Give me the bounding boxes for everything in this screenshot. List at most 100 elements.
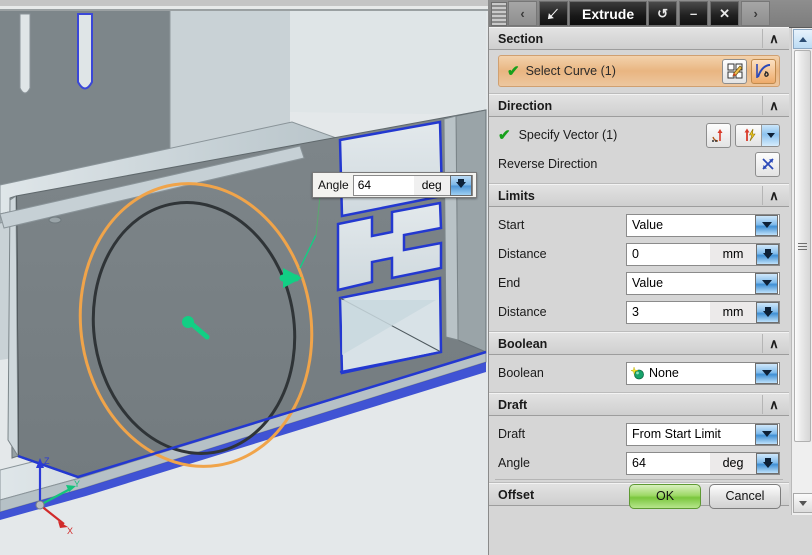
dialog-button-bar: OK Cancel <box>489 479 789 513</box>
boolean-label: Boolean <box>498 366 544 380</box>
limits-end-distance-field[interactable]: 3 mm <box>626 300 780 324</box>
cancel-button[interactable]: Cancel <box>709 483 781 509</box>
group-body-section: ✔ Select Curve (1) <box>489 50 789 94</box>
canvas-angle-spinner[interactable] <box>449 174 472 196</box>
minimize-button[interactable]: – <box>679 1 709 26</box>
draft-type-label: Draft <box>498 427 526 441</box>
draft-angle-row[interactable]: Angle 64 deg <box>498 450 780 476</box>
scroll-down-button[interactable] <box>793 493 812 513</box>
dialog-body: Section ∧ ✔ Select Curve (1) Direction ∧… <box>489 27 789 523</box>
draft-type-select[interactable]: From Start Limit <box>626 422 780 446</box>
close-button[interactable]: ✕ <box>710 1 740 26</box>
group-header-limits[interactable]: Limits ∧ <box>489 184 789 207</box>
canvas-angle-label: Angle <box>318 178 349 192</box>
reset-icon: ↺ <box>657 5 669 21</box>
group-header-direction[interactable]: Direction ∧ <box>489 94 789 117</box>
sketch-section-button[interactable] <box>722 58 747 84</box>
limits-end-select[interactable]: Value <box>626 271 780 295</box>
group-header-boolean[interactable]: Boolean ∧ <box>489 332 789 355</box>
reverse-direction-row[interactable]: Reverse Direction <box>498 151 780 177</box>
limits-start-value: Value <box>632 217 664 232</box>
svg-text:Y: Y <box>74 479 80 489</box>
limits-end-distance-row[interactable]: Distance 3 mm <box>498 299 780 325</box>
chevron-up-icon[interactable]: ∧ <box>762 186 785 205</box>
limits-end-row[interactable]: End Value <box>498 270 780 296</box>
chevron-left-icon: ‹ <box>520 6 525 21</box>
chevron-up-icon[interactable]: ∧ <box>762 96 785 115</box>
scrollbar-thumb[interactable] <box>794 50 811 442</box>
limits-end-value: Value <box>632 275 664 290</box>
extrude-dialog: ‹ Extrude ↺ – ✕ › Section ∧ ✔ Select Cur… <box>488 0 812 555</box>
chevron-up-icon[interactable]: ∧ <box>762 334 785 353</box>
inferred-vector-combo[interactable] <box>735 123 780 147</box>
canvas-angle-value[interactable]: 64 <box>353 175 414 195</box>
chevron-down-icon[interactable] <box>755 214 778 236</box>
limits-end-distance-value[interactable]: 3 <box>627 301 710 323</box>
limits-start-distance-value[interactable]: 0 <box>627 243 710 265</box>
chevron-down-icon[interactable] <box>755 423 778 445</box>
select-curve-button[interactable] <box>751 58 776 84</box>
limits-start-row[interactable]: Start Value <box>498 212 780 238</box>
green-check-icon: ✔ <box>498 126 511 144</box>
pointer-button[interactable] <box>539 1 568 26</box>
vector-dialog-button[interactable] <box>706 122 731 148</box>
scroll-up-button[interactable] <box>793 29 812 49</box>
group-body-boolean: Boolean None <box>489 355 789 393</box>
draft-angle-field[interactable]: 64 deg <box>626 451 780 475</box>
limits-start-label: Start <box>498 218 525 232</box>
draft-type-row[interactable]: Draft From Start Limit <box>498 421 780 447</box>
vector-dialog-icon <box>711 129 722 142</box>
scroll-thumb-grip <box>798 242 807 250</box>
chevron-down-icon[interactable] <box>755 362 778 384</box>
back-button[interactable]: ‹ <box>508 1 537 26</box>
limits-start-distance-row[interactable]: Distance 0 mm <box>498 241 780 267</box>
ok-button[interactable]: OK <box>629 483 701 509</box>
chevron-up-icon[interactable]: ∧ <box>762 395 785 414</box>
limits-start-select[interactable]: Value <box>626 213 780 237</box>
reverse-direction-button[interactable] <box>755 151 780 177</box>
group-title-section: Section <box>498 31 544 46</box>
titlebar-grip[interactable] <box>491 1 507 26</box>
inferred-vector-dropdown[interactable] <box>761 124 779 146</box>
group-body-draft: Draft From Start Limit Angle 64 deg <box>489 416 789 483</box>
chevron-up-icon[interactable]: ∧ <box>762 29 785 48</box>
minimize-icon: – <box>690 6 698 21</box>
reverse-direction-icon <box>761 158 774 170</box>
group-title-draft: Draft <box>498 397 528 412</box>
dialog-titlebar[interactable]: ‹ Extrude ↺ – ✕ › <box>489 0 812 28</box>
limits-start-distance-unit: mm <box>710 243 756 265</box>
boolean-none-icon <box>631 366 644 380</box>
svg-text:Z: Z <box>44 456 50 466</box>
chevron-down-icon <box>766 132 775 138</box>
limits-end-distance-unit: mm <box>710 301 756 323</box>
svg-text:X: X <box>67 526 73 536</box>
group-header-draft[interactable]: Draft ∧ <box>489 393 789 416</box>
chevron-down-icon[interactable] <box>755 272 778 294</box>
inferred-vector-icon <box>744 128 756 142</box>
limits-end-distance-spinner[interactable] <box>756 301 779 323</box>
dialog-scrollbar[interactable] <box>791 28 812 515</box>
limits-start-distance-spinner[interactable] <box>756 243 779 265</box>
limits-start-distance-field[interactable]: 0 mm <box>626 242 780 266</box>
forward-button[interactable]: › <box>741 1 771 26</box>
group-title-boolean: Boolean <box>498 336 548 351</box>
boolean-select[interactable]: None <box>626 361 780 385</box>
chevron-right-icon: › <box>753 6 758 21</box>
spinner-down-icon <box>455 179 466 188</box>
specify-vector-row[interactable]: ✔ Specify Vector (1) <box>498 122 780 148</box>
scroll-down-icon <box>799 500 807 506</box>
group-title-direction: Direction <box>498 98 553 113</box>
group-body-direction: ✔ Specify Vector (1) Reverse Direction <box>489 117 789 184</box>
select-curve-icon <box>756 63 771 78</box>
draft-angle-spinner[interactable] <box>756 452 779 474</box>
draft-angle-value[interactable]: 64 <box>627 452 710 474</box>
boolean-row[interactable]: Boolean None <box>498 360 780 386</box>
canvas-angle-editor[interactable]: Angle 64 deg <box>312 172 477 198</box>
canvas-angle-unit: deg <box>413 175 450 195</box>
draft-type-value: From Start Limit <box>632 426 721 441</box>
inferred-vector-button[interactable] <box>736 125 761 146</box>
group-header-section[interactable]: Section ∧ <box>489 27 789 50</box>
canvas-angle-field[interactable]: 64 deg <box>352 174 473 196</box>
select-curve-row[interactable]: ✔ Select Curve (1) <box>498 55 780 87</box>
reset-button[interactable]: ↺ <box>648 1 678 26</box>
